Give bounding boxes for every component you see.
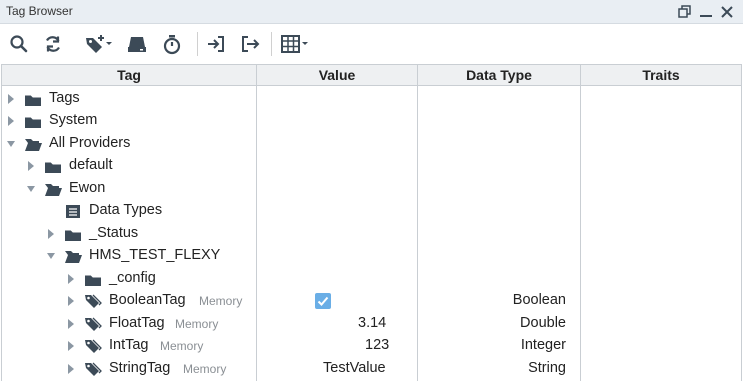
- tag-data-type: String: [528, 360, 566, 376]
- folder-open-icon: [44, 180, 62, 198]
- folder-icon: [24, 90, 42, 108]
- tree-row-label: default: [69, 157, 113, 173]
- tag-type-label: Memory: [175, 317, 219, 331]
- column-header-row: Tag Value Data Type Traits: [1, 64, 742, 86]
- tree-row[interactable]: FloatTag Memory 3.14 Double: [2, 313, 741, 335]
- expand-arrow-icon[interactable]: [67, 364, 75, 374]
- tree-row-label: Tags: [49, 90, 80, 106]
- column-header-traits[interactable]: Traits: [581, 65, 741, 85]
- tree-row[interactable]: default: [2, 155, 741, 177]
- column-header-data-type[interactable]: Data Type: [418, 65, 581, 85]
- expand-arrow-icon[interactable]: [67, 274, 75, 284]
- tree-row-label: Ewon: [69, 180, 106, 196]
- tree-row[interactable]: All Providers: [2, 133, 741, 155]
- table-columns-dropdown-icon[interactable]: [280, 32, 312, 56]
- tree-row-label: IntTag: [109, 337, 149, 353]
- tag-icon: [84, 292, 102, 310]
- tree-row-label: HMS_TEST_FLEXY: [89, 247, 221, 263]
- refresh-icon[interactable]: [41, 32, 65, 56]
- value-checkbox[interactable]: [315, 293, 331, 309]
- tag-value[interactable]: 123: [365, 337, 389, 353]
- tag-data-type: Integer: [520, 337, 566, 353]
- expand-arrow-icon[interactable]: [47, 229, 55, 239]
- import-icon[interactable]: [204, 32, 228, 56]
- tree-row-label: System: [49, 112, 98, 128]
- expand-arrow-icon[interactable]: [67, 341, 75, 351]
- collapse-arrow-icon[interactable]: [7, 139, 15, 149]
- folder-icon: [44, 157, 62, 175]
- tree-row[interactable]: _Status: [2, 223, 741, 245]
- data-types-icon: [64, 202, 82, 220]
- tag-type-label: Memory: [183, 362, 227, 376]
- tree-row-label: StringTag: [109, 360, 171, 376]
- tag-tree: Tags System All Providers default Ewon Data T…: [1, 86, 742, 381]
- tree-row[interactable]: IntTag Memory 123 Integer: [2, 335, 741, 357]
- title-bar: Tag Browser: [0, 0, 743, 24]
- window-title: Tag Browser: [6, 4, 73, 18]
- tag-value[interactable]: 3.14: [358, 315, 386, 331]
- tree-row[interactable]: HMS_TEST_FLEXY: [2, 245, 741, 267]
- tag-value[interactable]: TestValue: [323, 360, 386, 376]
- tree-row-label: _Status: [89, 225, 139, 241]
- expand-arrow-icon[interactable]: [7, 94, 15, 104]
- folder-open-icon: [24, 135, 42, 153]
- tree-row[interactable]: Tags: [2, 88, 741, 110]
- folder-icon: [84, 270, 102, 288]
- tree-row[interactable]: Ewon: [2, 178, 741, 200]
- tag-type-label: Memory: [160, 339, 204, 353]
- expand-arrow-icon[interactable]: [7, 116, 15, 126]
- tree-row-label: FloatTag: [109, 315, 165, 331]
- tag-icon: [84, 360, 102, 378]
- tree-row-label: _config: [109, 270, 156, 286]
- toolbar: [0, 24, 743, 64]
- column-header-tag[interactable]: Tag: [2, 65, 257, 85]
- tree-row[interactable]: BooleanTag Memory Boolean: [2, 290, 741, 312]
- tag-icon: [84, 315, 102, 333]
- tag-data-type: Double: [520, 315, 566, 331]
- tag-type-label: Memory: [199, 294, 243, 308]
- tree-row-label: Data Types: [89, 202, 163, 218]
- collapse-arrow-icon[interactable]: [27, 184, 35, 194]
- tree-row[interactable]: StringTag Memory TestValue String: [2, 358, 741, 380]
- folder-icon: [64, 225, 82, 243]
- search-icon[interactable]: [7, 32, 31, 56]
- minimize-icon[interactable]: [697, 3, 715, 21]
- tree-row-label: All Providers: [49, 135, 131, 151]
- toolbar-separator: [271, 32, 272, 56]
- restore-icon[interactable]: [676, 3, 694, 21]
- tree-row[interactable]: _config: [2, 268, 741, 290]
- tree-row[interactable]: System: [2, 110, 741, 132]
- toolbar-separator: [197, 32, 198, 56]
- folder-icon: [24, 112, 42, 130]
- tree-row-label: BooleanTag: [109, 292, 186, 308]
- expand-arrow-icon[interactable]: [27, 161, 35, 171]
- stopwatch-icon[interactable]: [160, 32, 184, 56]
- collapse-arrow-icon[interactable]: [47, 251, 55, 261]
- device-icon[interactable]: [125, 32, 149, 56]
- tag-icon: [84, 337, 102, 355]
- close-icon[interactable]: [718, 3, 736, 21]
- expand-arrow-icon[interactable]: [67, 319, 75, 329]
- tag-data-type: Boolean: [512, 292, 566, 308]
- folder-open-icon: [64, 247, 82, 265]
- add-tag-dropdown-icon[interactable]: [84, 32, 116, 56]
- column-header-value[interactable]: Value: [257, 65, 418, 85]
- export-icon[interactable]: [238, 32, 262, 56]
- expand-arrow-icon[interactable]: [67, 296, 75, 306]
- tree-row[interactable]: Data Types: [2, 200, 741, 222]
